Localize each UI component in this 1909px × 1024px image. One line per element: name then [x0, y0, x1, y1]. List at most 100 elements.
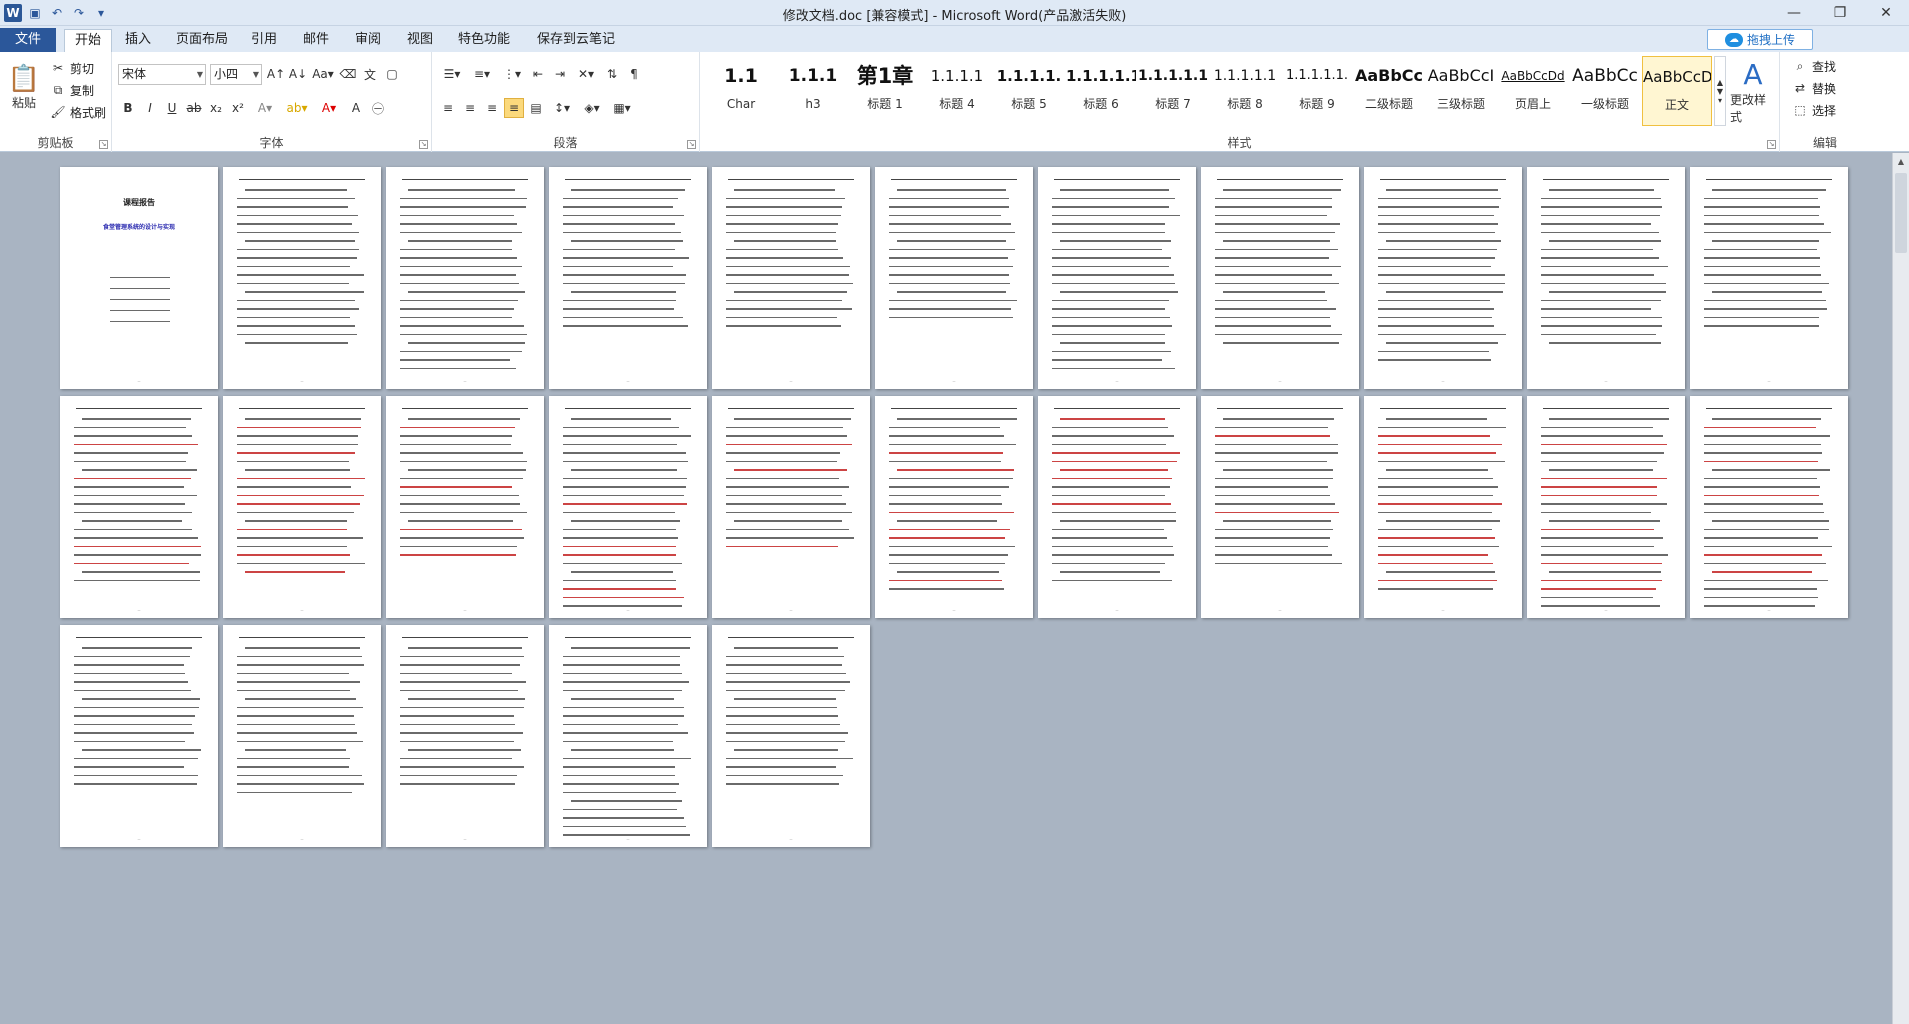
- document-page[interactable]: —: [1690, 396, 1848, 618]
- document-page[interactable]: —: [60, 396, 218, 618]
- numbering-icon[interactable]: ≡▾: [468, 64, 496, 84]
- phonetic-guide-icon[interactable]: 文: [360, 64, 380, 84]
- styles-launcher-icon[interactable]: ↘: [1767, 140, 1776, 149]
- style-item[interactable]: AaBbCc 一级标题: [1570, 56, 1640, 126]
- style-item-selected[interactable]: AaBbCcD 正文: [1642, 56, 1712, 126]
- style-item[interactable]: AaBbCcI 三级标题: [1426, 56, 1496, 126]
- tab-features[interactable]: 特色功能: [452, 29, 516, 52]
- grow-font-icon[interactable]: A↑: [266, 64, 286, 84]
- format-painter-button[interactable]: 🖌 格式刷: [48, 102, 106, 122]
- align-left-icon[interactable]: ≡: [438, 98, 458, 118]
- show-marks-icon[interactable]: ¶: [624, 64, 644, 84]
- document-page[interactable]: —: [386, 167, 544, 389]
- chinese-layout-icon[interactable]: ✕▾: [572, 64, 600, 84]
- superscript-icon[interactable]: x²: [228, 98, 248, 118]
- find-button[interactable]: ⌕ 查找: [1790, 56, 1836, 76]
- document-page[interactable]: —: [386, 625, 544, 847]
- italic-icon[interactable]: I: [140, 98, 160, 118]
- clipboard-launcher-icon[interactable]: ↘: [99, 140, 108, 149]
- document-page[interactable]: —: [1527, 167, 1685, 389]
- style-item[interactable]: AaBbCc 二级标题: [1354, 56, 1424, 126]
- document-page[interactable]: —: [549, 167, 707, 389]
- tab-review[interactable]: 审阅: [348, 29, 388, 52]
- minimize-icon[interactable]: —: [1771, 0, 1817, 26]
- scroll-up-icon[interactable]: ▲: [1893, 153, 1909, 170]
- vertical-scrollbar[interactable]: ▲: [1892, 153, 1909, 1024]
- document-page[interactable]: —: [712, 167, 870, 389]
- document-page[interactable]: —: [1364, 167, 1522, 389]
- replace-button[interactable]: ⇄ 替换: [1790, 78, 1836, 98]
- tab-home[interactable]: 开始: [64, 29, 112, 53]
- close-icon[interactable]: ✕: [1863, 0, 1909, 26]
- text-effects-icon[interactable]: A▾: [250, 98, 280, 118]
- highlight-icon[interactable]: ab▾: [282, 98, 312, 118]
- drag-upload-button[interactable]: ☁ 拖拽上传: [1707, 29, 1813, 50]
- document-page[interactable]: 课程报告 食堂管理系统的设计与实现 —: [60, 167, 218, 389]
- increase-indent-icon[interactable]: ⇥: [550, 64, 570, 84]
- distributed-icon[interactable]: ▤: [526, 98, 546, 118]
- paragraph-launcher-icon[interactable]: ↘: [687, 140, 696, 149]
- document-page[interactable]: —: [223, 396, 381, 618]
- enclose-char-icon[interactable]: ㊀: [368, 98, 388, 118]
- restore-icon[interactable]: ❐: [1817, 0, 1863, 26]
- document-page[interactable]: —: [875, 396, 1033, 618]
- shading-icon[interactable]: ◈▾: [578, 98, 606, 118]
- copy-button[interactable]: ⧉ 复制: [48, 80, 94, 100]
- sort-icon[interactable]: ⇅: [602, 64, 622, 84]
- font-name-select[interactable]: 宋体 ▼: [118, 64, 206, 85]
- document-page[interactable]: —: [1201, 396, 1359, 618]
- document-page[interactable]: —: [1364, 396, 1522, 618]
- font-color-icon[interactable]: A▾: [314, 98, 344, 118]
- document-page[interactable]: —: [1527, 396, 1685, 618]
- justify-icon[interactable]: ≡: [504, 98, 524, 118]
- align-right-icon[interactable]: ≡: [482, 98, 502, 118]
- shrink-font-icon[interactable]: A↓: [288, 64, 308, 84]
- tab-page-layout[interactable]: 页面布局: [170, 29, 234, 52]
- bullets-icon[interactable]: ☰▾: [438, 64, 466, 84]
- clear-format-icon[interactable]: ⌫: [338, 64, 358, 84]
- styles-scroll[interactable]: ▲ ▼ ▾: [1714, 56, 1726, 126]
- style-item[interactable]: 1.1.1.1 标题 4: [922, 56, 992, 126]
- subscript-icon[interactable]: x₂: [206, 98, 226, 118]
- document-page[interactable]: —: [386, 396, 544, 618]
- style-item[interactable]: 1.1 Char: [706, 56, 776, 126]
- underline-icon[interactable]: U: [162, 98, 182, 118]
- tab-file[interactable]: 文件: [0, 28, 56, 52]
- style-item[interactable]: 第1章 标题 1: [850, 56, 920, 126]
- document-page[interactable]: —: [223, 167, 381, 389]
- tab-save-to-cloud-notes[interactable]: 保存到云笔记: [528, 29, 624, 52]
- scroll-thumb[interactable]: [1895, 173, 1907, 253]
- char-border-icon[interactable]: ▢: [382, 64, 402, 84]
- strikethrough-icon[interactable]: ab: [184, 98, 204, 118]
- tab-mailings[interactable]: 邮件: [296, 29, 336, 52]
- decrease-indent-icon[interactable]: ⇤: [528, 64, 548, 84]
- document-workspace[interactable]: 课程报告 食堂管理系统的设计与实现 — — — — — — — — — — — — — — — — — — — — — — — —…: [0, 153, 1909, 1024]
- align-center-icon[interactable]: ≡: [460, 98, 480, 118]
- document-page[interactable]: —: [875, 167, 1033, 389]
- more-styles-icon[interactable]: ▾: [1718, 96, 1722, 105]
- line-spacing-icon[interactable]: ↕▾: [548, 98, 576, 118]
- document-page[interactable]: —: [1038, 396, 1196, 618]
- paste-button[interactable]: 📋 粘贴: [6, 56, 42, 118]
- style-item[interactable]: 1.1.1.1.1. 标题 9: [1282, 56, 1352, 126]
- document-page[interactable]: —: [223, 625, 381, 847]
- tab-view[interactable]: 视图: [400, 29, 440, 52]
- document-page[interactable]: —: [549, 396, 707, 618]
- document-page[interactable]: —: [1038, 167, 1196, 389]
- document-page[interactable]: —: [712, 625, 870, 847]
- document-page[interactable]: —: [1690, 167, 1848, 389]
- tab-insert[interactable]: 插入: [118, 29, 158, 52]
- multilevel-list-icon[interactable]: ⋮▾: [498, 64, 526, 84]
- font-size-select[interactable]: 小四 ▼: [210, 64, 262, 85]
- style-item[interactable]: 1.1.1 h3: [778, 56, 848, 126]
- style-item[interactable]: 1.1.1.1.1. 标题 7: [1138, 56, 1208, 126]
- document-page[interactable]: —: [712, 396, 870, 618]
- tab-references[interactable]: 引用: [244, 29, 284, 52]
- document-page[interactable]: —: [1201, 167, 1359, 389]
- change-styles-button[interactable]: A 更改样式: [1730, 56, 1776, 126]
- document-page[interactable]: —: [549, 625, 707, 847]
- style-item[interactable]: 1.1.1.1.1 标题 6: [1066, 56, 1136, 126]
- char-shading-icon[interactable]: A: [346, 98, 366, 118]
- chevron-down-icon[interactable]: ▼: [1717, 87, 1723, 96]
- style-item[interactable]: 1.1.1.1. 标题 5: [994, 56, 1064, 126]
